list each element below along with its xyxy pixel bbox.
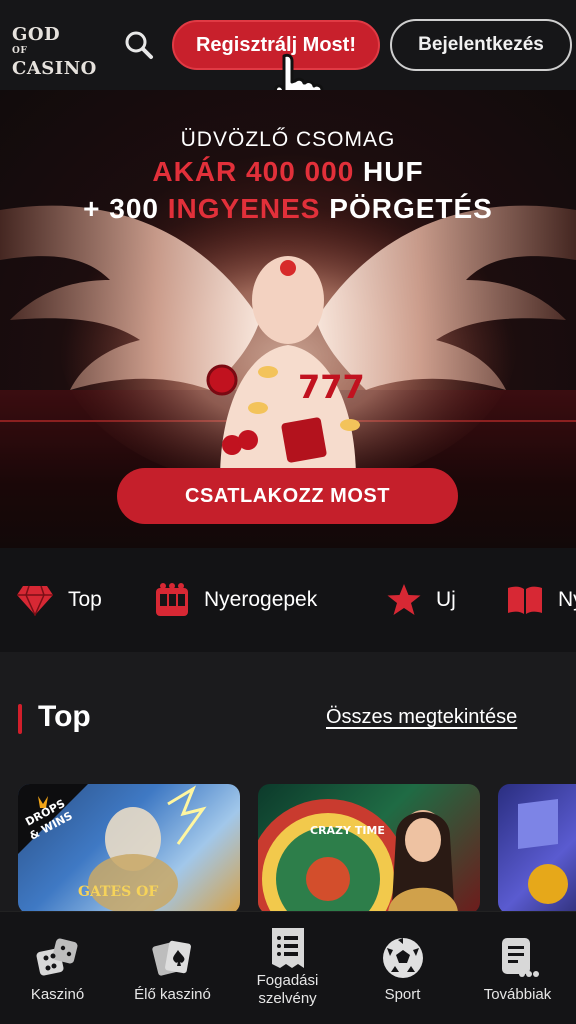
- headline-free: INGYENES: [167, 193, 321, 224]
- headline-spins: PÖRGETÉS: [329, 193, 493, 224]
- headline-currency: HUF: [363, 156, 424, 187]
- game-thumbnail: DROPS & WINS GATES OF: [18, 784, 207, 914]
- nav-label: Élő kaszinó: [134, 986, 211, 1003]
- game-thumbnail: CRAZY TIME: [258, 799, 458, 914]
- see-all-link[interactable]: Összes megtekintése: [326, 706, 517, 729]
- banner-subtitle: ÜDVÖZLŐ CSOMAG: [180, 128, 396, 151]
- star-icon: [387, 584, 421, 615]
- slot-machine-icon: [156, 583, 188, 616]
- game-card[interactable]: DROPS & WINS GATES OF: [18, 784, 240, 914]
- slot-777-text: 777: [298, 368, 365, 406]
- nav-sport[interactable]: Sport: [345, 912, 460, 1024]
- diamond-icon: [17, 585, 53, 616]
- game-card[interactable]: CRAZY TIME: [258, 784, 480, 914]
- headline-spins-count: + 300: [83, 193, 159, 224]
- category-label: Nyerogepek: [204, 588, 318, 611]
- banner-headline-2: + 300 INGYENES PÖRGETÉS: [0, 193, 576, 225]
- game-card[interactable]: [498, 784, 576, 914]
- game-thumbnail: [518, 799, 568, 904]
- section-title: Top: [38, 700, 91, 733]
- nav-label: Fogadási szelvény: [256, 972, 319, 1007]
- welcome-bonus-banner[interactable]: 777 ÜDVÖZLŐ CSOMAG AKÁR 400 000 HUF + 30…: [0, 90, 576, 548]
- top-header: GOD OF CASINO Regisztrálj Most! Bejelent…: [0, 0, 576, 120]
- nav-betslip[interactable]: Fogadási szelvény: [230, 912, 345, 1024]
- category-label: Uj: [436, 588, 456, 611]
- bottom-navigation: Kaszinó Élő kaszinó Fogadási szelvény Sp…: [0, 911, 576, 1024]
- nav-more[interactable]: Továbbiak: [460, 912, 575, 1024]
- game-title: CRAZY TIME: [310, 824, 385, 837]
- god-of-casino-logo[interactable]: GOD OF CASINO: [12, 24, 96, 78]
- logo-text-casino: CASINO: [12, 58, 97, 79]
- cards-icon: [151, 940, 191, 976]
- book-icon: [508, 586, 542, 614]
- join-now-button[interactable]: CSATLAKOZZ MOST: [117, 468, 458, 524]
- logo-text-god: GOD: [12, 24, 61, 45]
- nav-live-casino[interactable]: Élő kaszinó: [115, 912, 230, 1024]
- nav-label: Továbbiak: [483, 986, 552, 1003]
- category-label: Top: [68, 588, 102, 611]
- dice-icon: [36, 938, 77, 976]
- nav-casino[interactable]: Kaszinó: [0, 912, 115, 1024]
- nav-label: Kaszinó: [30, 986, 85, 1003]
- banner-headline-1: AKÁR 400 000 HUF: [0, 156, 576, 188]
- betslip-icon: [271, 928, 304, 968]
- section-accent-bar: [18, 704, 22, 734]
- logo-text-of: OF: [12, 46, 28, 56]
- soccer-ball-icon: [382, 938, 423, 978]
- login-button[interactable]: Bejelentkezés: [390, 19, 572, 71]
- category-top[interactable]: Top: [16, 580, 102, 620]
- category-label: Ny: [558, 588, 576, 611]
- category-new[interactable]: Uj: [386, 580, 456, 620]
- more-icon: [501, 938, 539, 977]
- headline-amount: AKÁR 400 000: [152, 156, 355, 187]
- category-table-games[interactable]: Ny: [506, 580, 576, 620]
- category-bar: Top Nyerogepek Uj Ny: [0, 548, 576, 652]
- search-icon[interactable]: [122, 28, 156, 62]
- game-title: GATES OF: [78, 884, 158, 900]
- nav-label: Sport: [384, 986, 421, 1003]
- category-slots[interactable]: Nyerogepek: [154, 580, 317, 620]
